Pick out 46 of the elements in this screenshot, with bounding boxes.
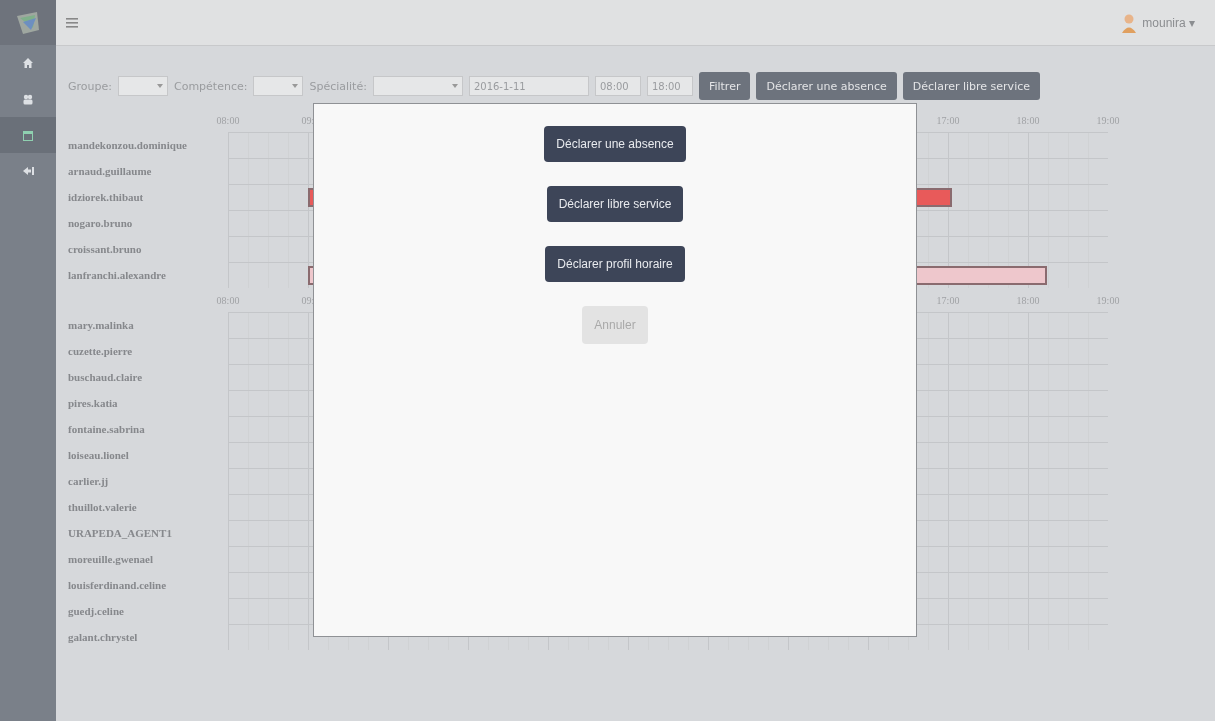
menu-icon[interactable] — [66, 17, 78, 28]
agent-name: carlier.jj — [68, 475, 109, 487]
end-time-field[interactable]: 18:00 — [646, 76, 693, 96]
specialite-select[interactable] — [372, 76, 463, 96]
users-icon — [23, 93, 33, 105]
agent-name: lanfranchi.alexandre — [68, 269, 166, 281]
action-button[interactable]: Déclarer une absence — [544, 126, 686, 162]
competence-select[interactable] — [253, 76, 304, 96]
agent-name: idziorek.thibaut — [68, 191, 144, 203]
logo-icon — [15, 9, 41, 36]
calendar-icon — [23, 129, 33, 141]
agent-name: arnaud.guillaume — [68, 165, 152, 177]
date-field[interactable]: 2016-1-11 — [468, 76, 589, 96]
caret-icon — [156, 84, 163, 88]
user-menu[interactable]: mounira ▾ — [1116, 11, 1201, 34]
avatar-icon — [1122, 12, 1137, 33]
logout-icon — [22, 166, 34, 176]
caret-icon — [451, 84, 458, 88]
declare-button[interactable]: Déclarer libre service — [902, 72, 1040, 100]
action-button[interactable]: Déclarer libre service — [546, 186, 684, 222]
agent-name: buschaud.claire — [68, 371, 143, 383]
group-label: Groupe: — [68, 79, 112, 93]
agent-name: galant.chrystel — [68, 631, 138, 643]
specialite-label: Spécialité: — [309, 79, 367, 93]
agent-name: nogaro.bruno — [68, 217, 133, 229]
home-icon — [23, 58, 33, 68]
competence-label: Compétence: — [173, 79, 248, 93]
agent-name: guedj.celine — [68, 605, 124, 617]
agent-name: mandekonzou.dominique — [68, 139, 187, 151]
sidebar-item[interactable] — [0, 117, 56, 153]
agent-name: URAPEDA_AGENT1 — [68, 527, 172, 539]
declare-button[interactable]: Déclarer une absence — [756, 72, 897, 100]
start-time-field[interactable]: 08:00 — [594, 76, 641, 96]
agent-name: cuzette.pierre — [68, 345, 133, 357]
agent-name: croissant.bruno — [68, 243, 142, 255]
agent-name: moreuille.gwenael — [68, 553, 154, 565]
agent-name: mary.malinka — [68, 319, 134, 331]
caret-icon — [292, 84, 299, 88]
agent-name: fontaine.sabrina — [68, 423, 145, 435]
agent-name: loiseau.lionel — [68, 449, 129, 461]
agent-name: louisferdinand.celine — [68, 579, 167, 591]
agent-name: pires.katia — [68, 397, 118, 409]
action-button[interactable]: Déclarer profil horaire — [545, 246, 685, 282]
group-select[interactable] — [117, 76, 168, 96]
agent-name: thuillot.valerie — [68, 501, 137, 513]
filter-button[interactable]: Filtrer — [698, 72, 751, 100]
